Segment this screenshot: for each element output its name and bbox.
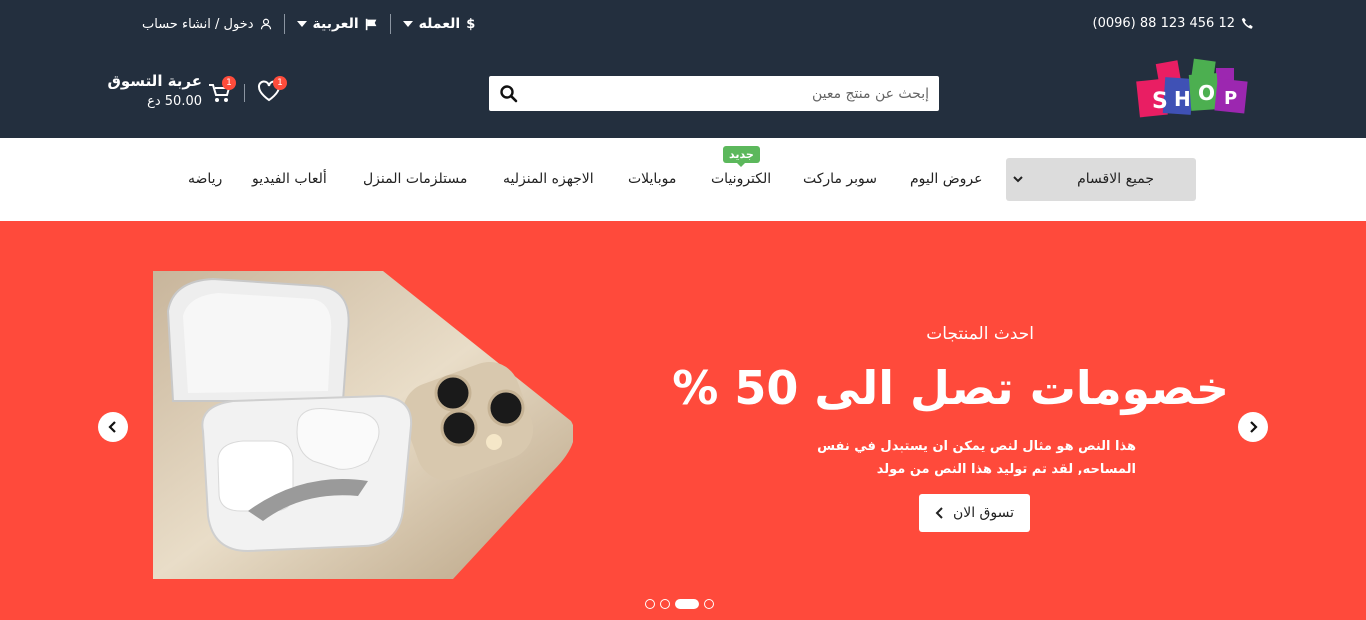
search-icon[interactable] <box>499 84 519 104</box>
logo-letter-s: S <box>1152 89 1168 114</box>
search-bar <box>489 76 939 111</box>
flag-icon <box>365 18 377 30</box>
hero-eyebrow: احدث المنتجات <box>926 324 1034 344</box>
nav-item-home-appliances[interactable]: الاجهزه المنزليه <box>503 171 594 187</box>
cart-count-badge: 1 <box>222 76 236 90</box>
hero-slider: احدث المنتجات خصومات تصل الى 50 % هذا ال… <box>0 221 1366 620</box>
account-label: دخول / انشاء حساب <box>142 16 254 32</box>
chevron-down-icon <box>402 21 413 27</box>
nav-item-electronics[interactable]: الكترونيات <box>711 171 771 187</box>
slider-dot-active[interactable] <box>675 599 699 609</box>
nav-item-mobiles[interactable]: موبايلات <box>628 171 676 187</box>
hero-description: هذا النص هو مثال لنص يمكن ان يستبدل في ن… <box>817 439 1136 477</box>
user-icon <box>260 18 271 30</box>
nav-item-home-supplies[interactable]: مستلزمات المنزل <box>363 171 467 187</box>
cart-total: 50.00 دع <box>147 94 202 109</box>
chevron-right-icon <box>1250 421 1258 433</box>
slider-dots <box>645 599 714 609</box>
dollar-icon: $ <box>466 16 476 32</box>
chevron-down-icon <box>296 21 307 27</box>
all-categories-dropdown[interactable]: جميع الاقسام <box>1006 158 1196 201</box>
phone-number-text: (0096) 88 123 456 12 <box>1092 16 1235 31</box>
slider-prev-button[interactable] <box>98 412 128 442</box>
divider <box>244 84 245 102</box>
phone-number[interactable]: (0096) 88 123 456 12 <box>1093 16 1254 31</box>
language-selector[interactable]: العربية <box>285 14 390 34</box>
currency-label: العمله <box>418 16 461 32</box>
all-categories-label: جميع الاقسام <box>1077 171 1154 187</box>
language-label: العربية <box>312 16 359 32</box>
logo-letter-p: P <box>1224 88 1237 109</box>
wishlist-button[interactable]: 1 <box>257 76 287 106</box>
search-input[interactable] <box>529 76 939 111</box>
top-bar-links: دخول / انشاء حساب العربية العمله $ <box>142 14 487 34</box>
slider-dot[interactable] <box>704 599 714 609</box>
account-link[interactable]: دخول / انشاء حساب <box>142 14 284 34</box>
chevron-left-icon <box>108 421 116 433</box>
top-bar: (0096) 88 123 456 12 دخول / انشاء حساب ا… <box>0 0 1366 48</box>
currency-selector[interactable]: العمله $ <box>391 14 488 34</box>
shop-logo[interactable]: S H O P <box>1136 58 1250 126</box>
slider-next-button[interactable] <box>1238 412 1268 442</box>
category-nav: جميع الاقسام عروض اليوم سوبر ماركت الكتر… <box>0 138 1366 221</box>
hero-headline: خصومات تصل الى 50 % <box>672 361 1229 415</box>
phone-icon <box>1241 17 1253 29</box>
new-badge: جديد <box>723 146 760 167</box>
nav-item-video-games[interactable]: ألعاب الفيديو <box>252 171 327 187</box>
logo-letter-h: H <box>1174 87 1191 111</box>
chevron-down-icon <box>1013 176 1023 183</box>
nav-item-deals[interactable]: عروض اليوم <box>910 171 983 187</box>
wishlist-count-badge: 1 <box>273 76 287 90</box>
cart-title: عربة التسوق <box>107 72 202 90</box>
product-image <box>153 271 573 579</box>
shop-now-button[interactable]: تسوق الان <box>919 494 1030 532</box>
main-header: S H O P عربة التسوق 50.00 دع 1 1 <box>0 48 1366 138</box>
cart-widget[interactable]: عربة التسوق 50.00 دع 1 <box>107 72 262 116</box>
shop-now-label: تسوق الان <box>952 505 1015 521</box>
logo-letter-o: O <box>1198 81 1215 105</box>
slider-dot[interactable] <box>660 599 670 609</box>
slider-dot[interactable] <box>645 599 655 609</box>
nav-item-sports[interactable]: رياضه <box>188 171 222 187</box>
nav-item-supermarket[interactable]: سوبر ماركت <box>803 171 877 187</box>
chevron-left-icon <box>935 507 943 519</box>
